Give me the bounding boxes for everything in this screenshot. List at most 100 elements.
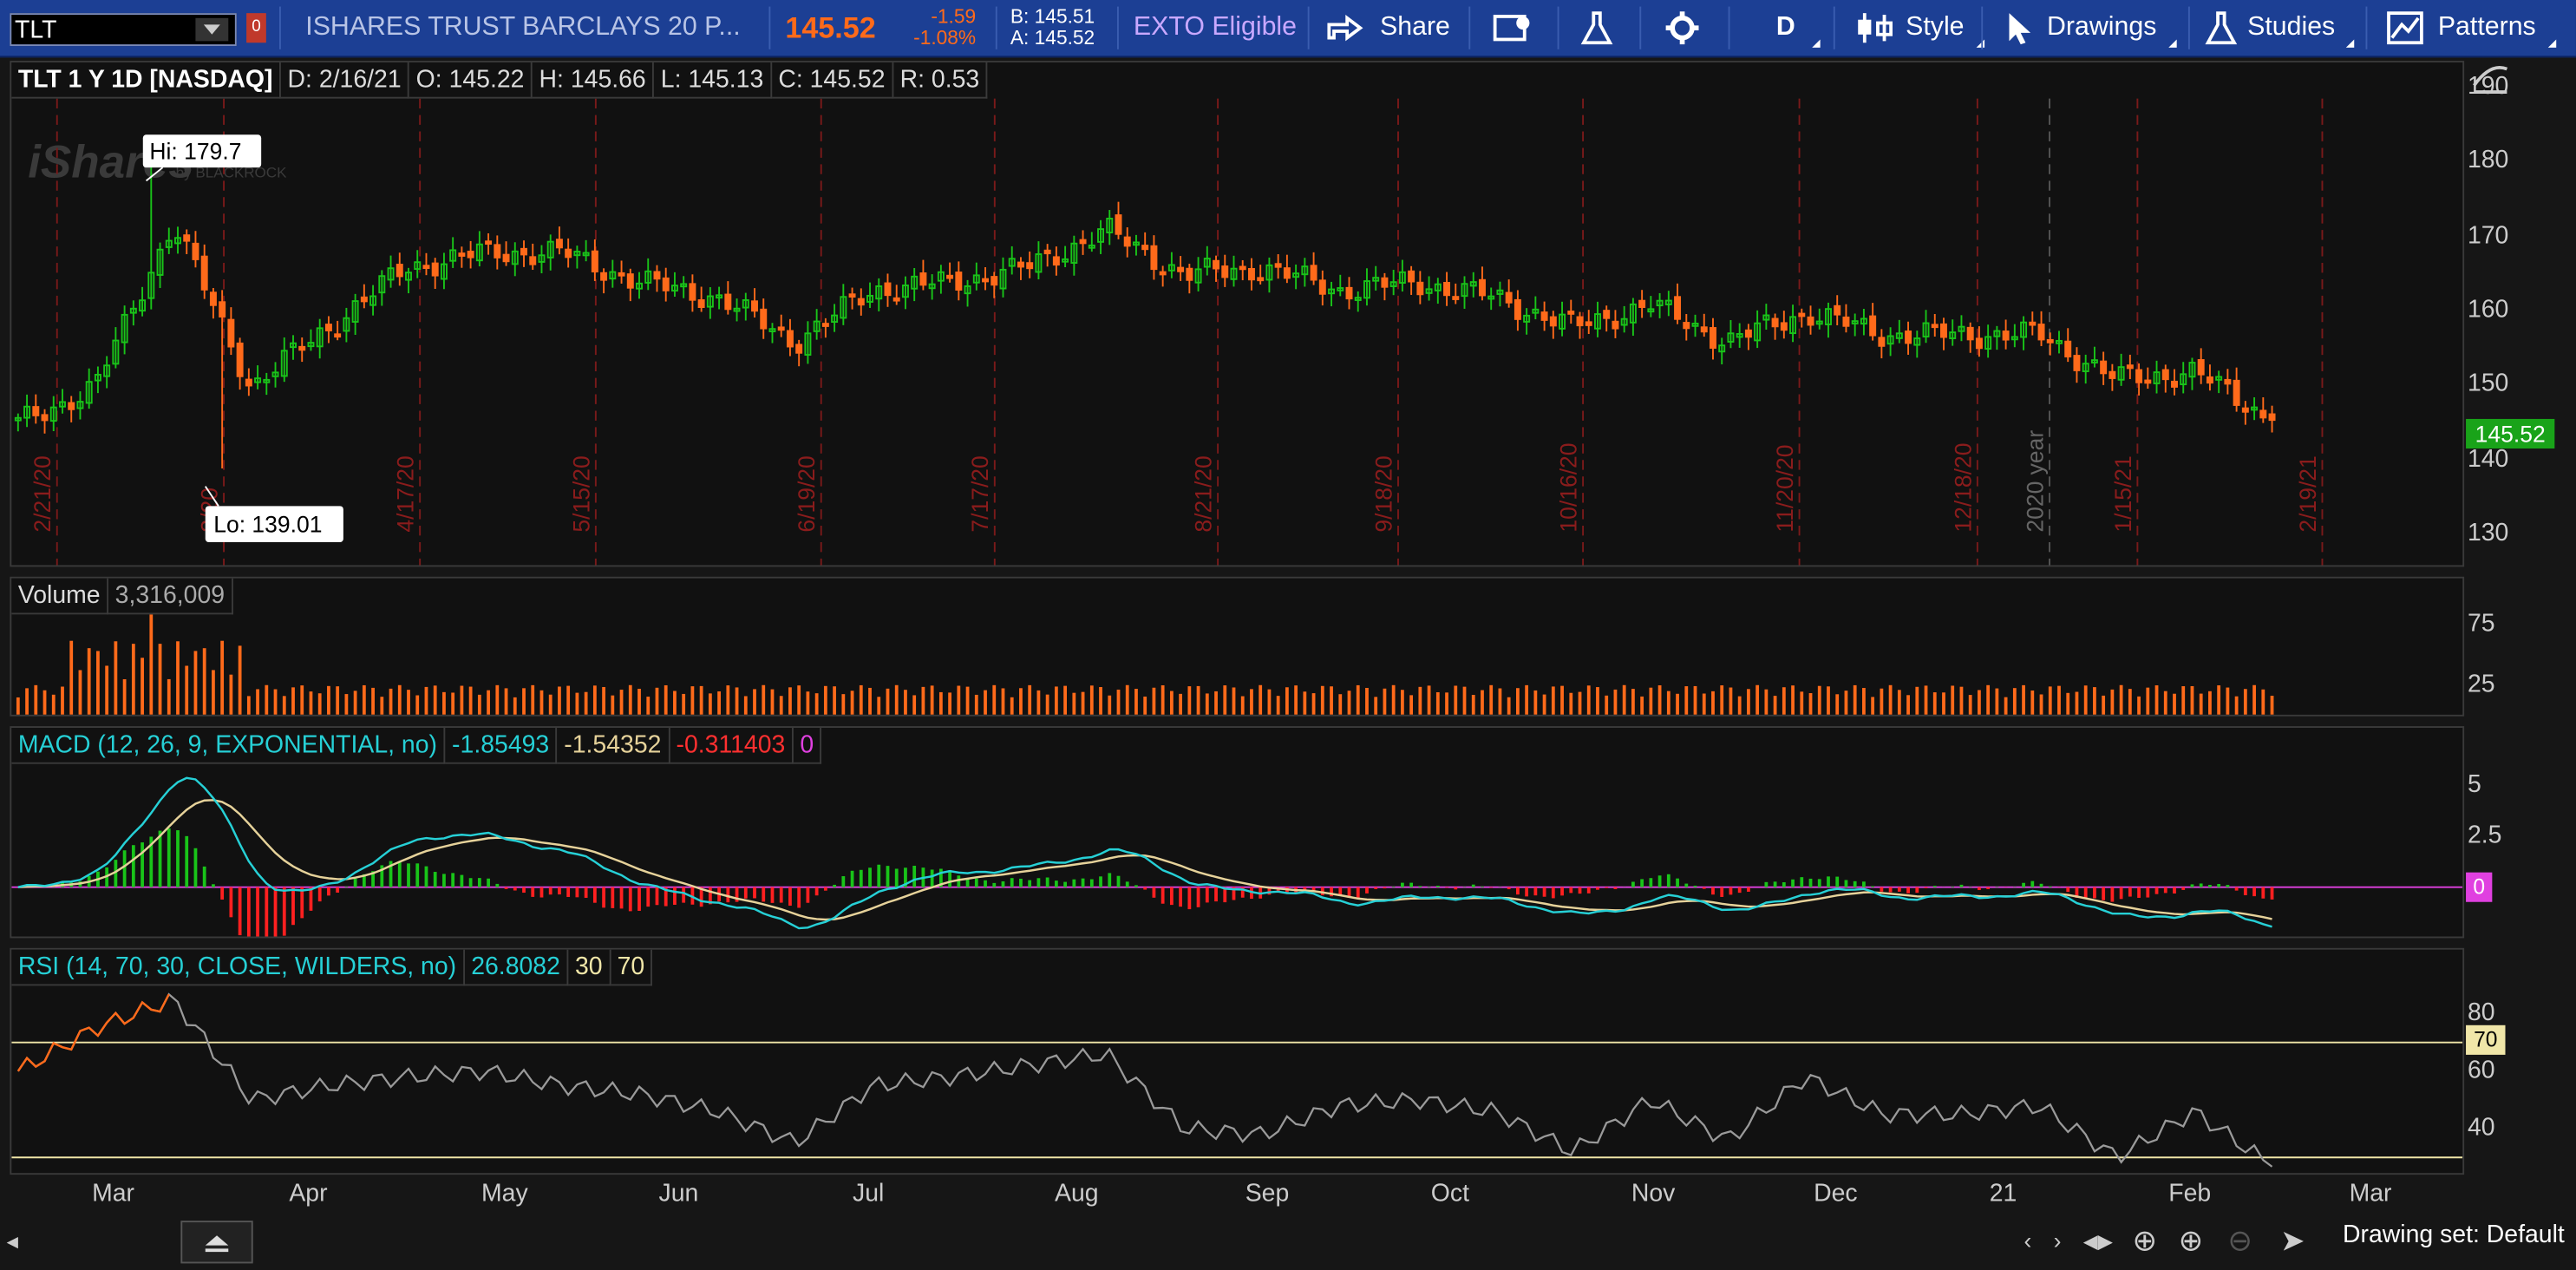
candle-body <box>1878 337 1886 347</box>
symbol-selector[interactable] <box>10 13 237 47</box>
crosshair-icon[interactable]: ⊕ <box>2133 1224 2158 1259</box>
scroll-handle[interactable] <box>180 1221 253 1264</box>
macd-histogram-bar <box>682 887 686 903</box>
volume-bar <box>1959 686 1964 715</box>
symbol-input[interactable] <box>15 15 196 45</box>
ask-price: A: 145.52 <box>1010 26 1095 49</box>
volume-bar <box>753 689 756 715</box>
scroll-right-small-icon[interactable]: › <box>2054 1227 2062 1254</box>
macd-pane[interactable]: MACD (12, 26, 9, EXPONENTIAL, no) -1.854… <box>10 726 2465 939</box>
macd-histogram-bar <box>1187 887 1192 910</box>
volume-bar <box>1676 693 1679 715</box>
macd-histogram-bar <box>2039 883 2043 887</box>
price-axis[interactable]: 190 180 170 160 150 140 130 <box>2464 61 2576 564</box>
patterns-icon <box>2387 11 2423 45</box>
volume-bar <box>42 690 47 715</box>
volume-bar <box>628 684 632 715</box>
scroll-left-icon[interactable]: ◂ <box>7 1227 18 1255</box>
candle-body <box>219 301 226 318</box>
macd-histogram-bar <box>948 870 951 887</box>
time-axis[interactable]: Mar Apr May Jun Jul Aug Sep Oct Nov Dec 21 Feb Mar <box>10 1175 2461 1214</box>
macd-histogram-bar <box>1383 887 1387 889</box>
volume-bar <box>2173 693 2176 715</box>
candle-body <box>396 264 403 278</box>
volume-bar <box>664 684 668 715</box>
candle-body <box>795 344 803 354</box>
macd-histogram-bar <box>256 887 259 937</box>
zoom-out-icon[interactable]: ⊖ <box>2227 1224 2252 1259</box>
macd-histogram-bar <box>282 887 286 936</box>
macd-histogram-bar <box>424 866 428 887</box>
volume-chart[interactable] <box>11 579 2462 715</box>
rsi-oversold: 30 <box>568 949 611 986</box>
macd-histogram-bar <box>2146 887 2150 898</box>
volume-bar <box>495 684 500 715</box>
style-menu[interactable]: Style <box>1854 0 1988 56</box>
rsi-pane[interactable]: RSI (14, 70, 30, CLOSE, WILDERS, no) 26.… <box>10 947 2465 1175</box>
volume-bar <box>1951 685 1955 715</box>
studies-menu[interactable]: Studies <box>2205 0 2358 56</box>
candle-body <box>2144 379 2152 384</box>
volume-pane[interactable]: Volume 3,316,009 <box>10 576 2465 717</box>
candle-body <box>1443 281 1451 297</box>
volume-bar <box>682 693 686 715</box>
volume-bar <box>1649 687 1653 715</box>
volume-bar <box>1054 686 1058 715</box>
volume-bar <box>1400 690 1404 715</box>
aggregation-selector[interactable]: D <box>1748 0 1823 56</box>
candle-body <box>786 330 794 348</box>
zoom-in-icon[interactable]: ⊕ <box>2179 1224 2204 1259</box>
volume-bar <box>708 693 712 715</box>
volume-bar <box>1507 697 1511 715</box>
volume-bar <box>2110 689 2115 715</box>
studies-flask-button[interactable] <box>1580 0 1613 56</box>
macd-histogram-bar <box>1711 887 1715 895</box>
date-marker-label: 2020 year <box>2022 430 2048 533</box>
patterns-menu[interactable]: Patterns <box>2385 0 2559 56</box>
share-button[interactable]: Share <box>1324 0 1450 56</box>
volume-bar <box>974 694 978 715</box>
volume-axis[interactable]: 75 25 <box>2464 577 2576 713</box>
flag-badge[interactable]: 0 <box>246 13 266 43</box>
volume-bar <box>726 685 730 715</box>
volume-bar <box>1481 690 1484 715</box>
volume-bar <box>2128 689 2132 715</box>
macd-histogram-bar <box>336 887 340 893</box>
studies-label: Studies <box>2247 13 2336 42</box>
chevron-down-icon[interactable] <box>195 17 229 42</box>
macd-histogram-bar <box>193 848 198 887</box>
candle-body <box>1780 322 1788 331</box>
candle-body <box>236 342 244 377</box>
pan-icon[interactable]: ◂▸ <box>2083 1224 2113 1259</box>
flexible-grid-button[interactable] <box>1492 0 1534 56</box>
price-pane[interactable]: iShares by BLACKROCK 2/21/203/204/17/205… <box>10 61 2465 567</box>
volume-bar <box>513 697 517 715</box>
expand-pane-icon[interactable] <box>2471 62 2514 99</box>
month-tick: Apr <box>289 1179 328 1208</box>
volume-bar <box>407 690 410 715</box>
scroll-left-small-icon[interactable]: ‹ <box>2024 1227 2032 1254</box>
macd-histogram-bar <box>2022 882 2025 887</box>
volume-bar <box>1720 685 1724 715</box>
settings-button[interactable] <box>1664 0 1701 56</box>
macd-histogram-bar <box>814 887 819 896</box>
volume-label: Volume <box>11 578 109 615</box>
volume-bar <box>265 684 269 715</box>
macd-histogram-bar <box>1986 887 1991 889</box>
rsi-axis[interactable]: 80 60 40 70 <box>2464 948 2576 1172</box>
macd-histogram-bar <box>1356 887 1360 899</box>
candle-body <box>431 262 439 277</box>
cursor-arrow-icon[interactable]: ➤ <box>2280 1224 2305 1259</box>
macd-histogram-bar <box>1152 887 1156 898</box>
price-chart[interactable]: iShares by BLACKROCK 2/21/203/204/17/205… <box>11 62 2462 566</box>
volume-bar <box>327 685 330 715</box>
macd-histogram-bar <box>2030 880 2035 887</box>
macd-axis[interactable]: 5 2.5 0 <box>2464 726 2576 935</box>
macd-histogram-bar <box>1400 882 1404 887</box>
macd-histogram-bar <box>1169 887 1174 906</box>
candle-body <box>2100 360 2108 375</box>
candle-body <box>1549 316 1557 327</box>
drawings-menu[interactable]: Drawings <box>2001 0 2180 56</box>
volume-bar <box>2102 695 2106 715</box>
drawing-set-label[interactable]: Drawing set: Default <box>2343 1221 2565 1248</box>
